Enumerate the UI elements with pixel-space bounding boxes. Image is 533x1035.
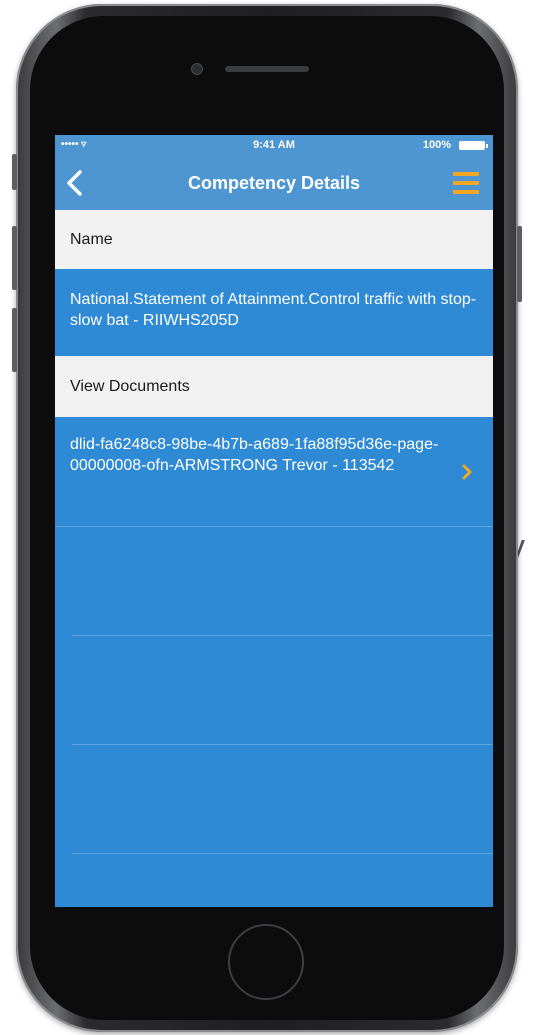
earpiece-speaker <box>225 66 309 72</box>
power-button <box>517 226 522 302</box>
empty-list-row <box>72 527 493 636</box>
chevron-right-icon <box>462 464 472 480</box>
competency-name-value: National.Statement of Attainment.Control… <box>70 291 477 329</box>
battery-percentage: 100% <box>422 139 451 151</box>
empty-list-row <box>72 745 493 854</box>
front-camera <box>191 63 203 75</box>
document-list-item[interactable]: dlid-fa6248c8-98be-4b7b-a689-1fa88f95d36… <box>55 417 493 527</box>
navigation-bar: Competency Details <box>55 157 493 210</box>
back-button[interactable] <box>61 167 91 199</box>
battery-icon <box>459 141 488 150</box>
page-title: Competency Details <box>187 173 361 193</box>
hamburger-menu-icon <box>453 181 479 185</box>
volume-up-button <box>12 226 17 290</box>
app-screen: ••••• ▿ 9:41 AM 100% Competency Details … <box>55 135 493 907</box>
mute-switch <box>12 154 17 190</box>
hamburger-menu-icon <box>453 190 479 194</box>
empty-list-row <box>72 636 493 745</box>
view-documents-header: View Documents <box>55 356 493 417</box>
stage: y ••••• ▿ 9:41 AM 100% Competency Detail… <box>0 0 533 1035</box>
chevron-left-icon <box>67 170 82 196</box>
name-section-header: Name <box>55 210 493 269</box>
volume-down-button <box>12 308 17 372</box>
document-label: dlid-fa6248c8-98be-4b7b-a689-1fa88f95d36… <box>70 436 439 474</box>
status-bar: ••••• ▿ 9:41 AM 100% <box>55 135 493 157</box>
hamburger-menu-icon <box>453 172 479 176</box>
menu-button[interactable] <box>453 172 479 194</box>
home-button[interactable] <box>228 924 304 1000</box>
